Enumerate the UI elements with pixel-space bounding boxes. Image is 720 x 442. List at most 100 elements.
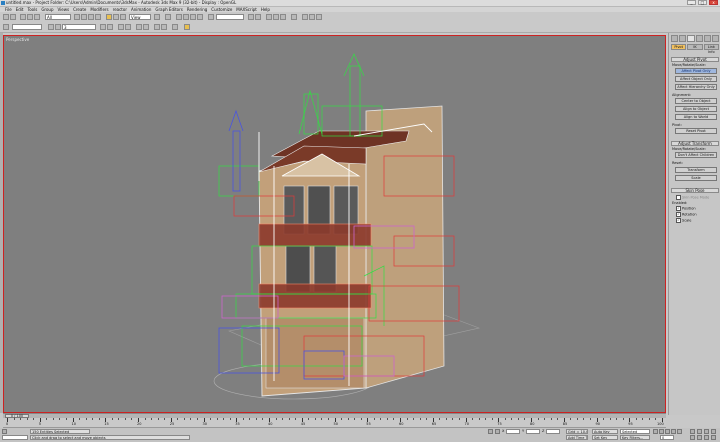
select-and-manipulate-icon[interactable] <box>165 14 171 20</box>
rectangle-selection-icon[interactable] <box>88 14 94 20</box>
lock-icon[interactable] <box>488 429 493 434</box>
align-icon[interactable] <box>255 14 261 20</box>
link-info-subtab[interactable]: Link Info <box>703 44 719 54</box>
undo-icon[interactable] <box>3 14 9 20</box>
track-bar[interactable]: 0 5 10 15 20 25 30 35 40 45 50 55 60 65 70 75 80 85 90 95 10… <box>3 418 666 428</box>
goto-end-icon[interactable] <box>677 429 682 434</box>
angle-snap-icon[interactable] <box>183 14 189 20</box>
auto-key-button[interactable]: Auto Key <box>592 429 618 434</box>
previous-frame-icon[interactable] <box>659 429 664 434</box>
array-icon[interactable] <box>154 24 160 30</box>
snap-value-dropdown[interactable]: 3 <box>62 24 96 30</box>
align-to-world-button[interactable]: Align to World <box>675 114 717 120</box>
x-coordinate-field[interactable] <box>506 429 520 434</box>
display-tab-icon[interactable] <box>703 35 711 42</box>
key-filters-button[interactable]: Key Filters... <box>620 435 650 440</box>
layer-icon[interactable] <box>3 24 9 30</box>
select-and-rotate-icon[interactable] <box>113 14 119 20</box>
motion-tab-icon[interactable] <box>695 35 703 42</box>
utilities-tab-icon[interactable] <box>711 35 720 42</box>
select-link-icon[interactable] <box>20 14 26 20</box>
select-object-icon[interactable] <box>74 14 80 20</box>
hide-icon[interactable] <box>118 24 124 30</box>
z-coordinate-field[interactable] <box>546 429 560 434</box>
display-floater-icon[interactable] <box>143 24 149 30</box>
zoom-all-icon[interactable] <box>697 429 702 434</box>
absolute-mode-icon[interactable] <box>495 429 500 434</box>
reset-pivot-button[interactable]: Reset Pivot <box>675 128 717 134</box>
mirror-icon[interactable] <box>248 14 254 20</box>
add-to-layer-icon[interactable] <box>55 24 61 30</box>
spacing-tool-icon[interactable] <box>161 24 167 30</box>
layer-dropdown[interactable] <box>12 24 42 30</box>
set-key-button[interactable]: Set Key <box>592 435 618 440</box>
named-selection-dropdown[interactable] <box>216 14 244 20</box>
layer-props-icon[interactable] <box>107 24 113 30</box>
maximize-button[interactable]: □ <box>698 0 707 5</box>
use-pivot-center-icon[interactable] <box>154 14 160 20</box>
quick-render-icon[interactable] <box>316 14 322 20</box>
scale-checkbox[interactable]: ✓ Scale <box>676 218 691 223</box>
affect-object-only-button[interactable]: Affect Object Only <box>675 76 717 82</box>
minimize-button[interactable]: _ <box>687 0 696 5</box>
snaps-toggle-icon[interactable] <box>176 14 182 20</box>
select-layer-icon[interactable] <box>100 24 106 30</box>
render-frame-icon[interactable] <box>309 14 315 20</box>
spinner-snap-icon[interactable] <box>197 14 203 20</box>
pivot-subtab[interactable]: Pivot <box>671 44 687 50</box>
skin-pose-mode-checkbox[interactable]: Skin Pose Mode <box>676 195 709 200</box>
reset-transform-button[interactable]: Transform <box>675 167 717 173</box>
maxscript-mini-listener[interactable] <box>2 435 28 440</box>
current-frame-field[interactable]: 0 <box>660 435 674 440</box>
modify-tab-icon[interactable] <box>679 35 687 42</box>
y-coordinate-field[interactable] <box>526 429 540 434</box>
field-of-view-icon[interactable] <box>690 435 695 440</box>
zoom-extents-icon[interactable] <box>704 429 709 434</box>
dont-affect-children-button[interactable]: Don't Affect Children <box>675 152 717 158</box>
ik-subtab[interactable]: IK <box>687 44 703 50</box>
select-and-scale-icon[interactable] <box>120 14 126 20</box>
create-layer-icon[interactable] <box>48 24 54 30</box>
add-time-tag-button[interactable]: Add Time Tag <box>566 435 588 440</box>
create-tab-icon[interactable] <box>671 35 679 42</box>
adjust-pivot-rollout-header[interactable]: Adjust Pivot <box>671 57 719 62</box>
key-mode-dropdown[interactable]: Selected <box>620 429 650 434</box>
adjust-transform-rollout-header[interactable]: Adjust Transform <box>671 141 719 146</box>
next-frame-icon[interactable] <box>671 429 676 434</box>
percent-snap-icon[interactable] <box>190 14 196 20</box>
hierarchy-tab-icon[interactable] <box>687 35 695 42</box>
edit-named-selection-icon[interactable] <box>208 14 214 20</box>
select-and-move-icon[interactable] <box>106 14 112 20</box>
goto-start-icon[interactable] <box>653 429 658 434</box>
schematic-view-icon[interactable] <box>280 14 286 20</box>
unlink-icon[interactable] <box>27 14 33 20</box>
window-crossing-icon[interactable] <box>95 14 101 20</box>
maxscript-listener-icon[interactable] <box>2 429 7 434</box>
perspective-viewport[interactable]: Perspective <box>3 35 666 413</box>
lock-selection-icon[interactable] <box>184 24 190 30</box>
maximize-viewport-icon[interactable] <box>711 435 716 440</box>
reference-coordinate-dropdown[interactable]: View <box>129 14 151 20</box>
zoom-extents-all-icon[interactable] <box>711 429 716 434</box>
clone-icon[interactable] <box>172 24 178 30</box>
redo-icon[interactable] <box>10 14 16 20</box>
select-by-name-icon[interactable] <box>81 14 87 20</box>
reset-scale-button[interactable]: Scale <box>675 175 717 181</box>
layer-manager-icon[interactable] <box>266 14 272 20</box>
selection-filter-dropdown[interactable]: All <box>45 14 71 20</box>
rotation-checkbox[interactable]: ✓ Rotation <box>676 212 697 217</box>
object-props-icon[interactable] <box>136 24 142 30</box>
skin-pose-rollout-header[interactable]: Skin Pose <box>671 188 719 193</box>
position-checkbox[interactable]: ✓ Position <box>676 206 696 211</box>
material-editor-icon[interactable] <box>291 14 297 20</box>
orbit-icon[interactable] <box>704 435 709 440</box>
bind-space-warp-icon[interactable] <box>34 14 40 20</box>
play-icon[interactable] <box>665 429 670 434</box>
affect-pivot-only-button[interactable]: Affect Pivot Only <box>675 68 717 74</box>
render-setup-icon[interactable] <box>302 14 308 20</box>
align-to-object-button[interactable]: Align to Object <box>675 106 717 112</box>
freeze-icon[interactable] <box>125 24 131 30</box>
pan-icon[interactable] <box>697 435 702 440</box>
close-button[interactable]: x <box>709 0 718 5</box>
affect-hierarchy-only-button[interactable]: Affect Hierarchy Only <box>675 84 717 90</box>
